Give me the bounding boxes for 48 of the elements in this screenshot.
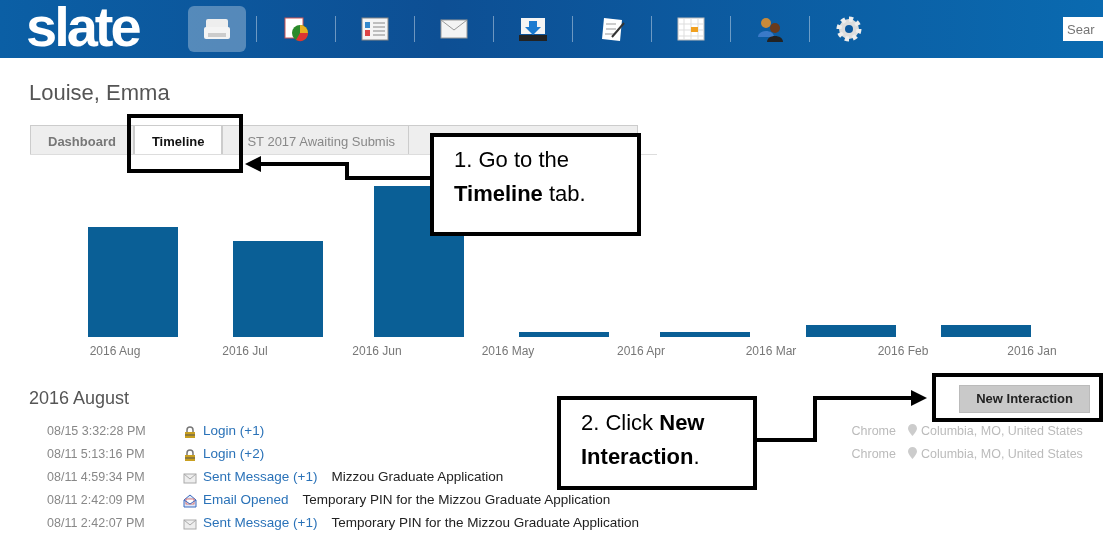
month-label: 2016 Jul xyxy=(222,344,268,358)
callout-text: 2. Click New Interaction. xyxy=(557,396,757,490)
event-link[interactable]: Login (+1) xyxy=(203,421,265,442)
people-icon[interactable] xyxy=(756,15,784,43)
month-label: 2016 Jun xyxy=(352,344,402,358)
browser-name: Chrome xyxy=(851,423,896,441)
padlock-icon xyxy=(183,424,197,439)
pie-chart-icon[interactable] xyxy=(282,15,310,43)
event-description: Mizzou Graduate Application xyxy=(331,468,504,487)
section-title: 2016 August xyxy=(29,388,130,410)
event-time: 08/11 5:13:16 PM xyxy=(47,446,146,464)
event-time: 08/11 2:42:07 PM xyxy=(47,515,146,533)
event-description: Temporary PIN for the Mizzou Graduate Application xyxy=(331,514,640,533)
form-icon[interactable] xyxy=(361,15,389,43)
month-label: 2016 Mar xyxy=(745,344,797,358)
event-time: 08/15 3:32:28 PM xyxy=(47,423,147,441)
new-interaction-button[interactable]: New Interaction xyxy=(959,385,1090,413)
callout-text: 1. Go to the Timeline tab. xyxy=(430,133,641,236)
tab[interactable]: ST 2017 Awaiting Submis xyxy=(222,125,410,154)
person-name: Louise, Emma xyxy=(29,80,171,106)
inbox-icon[interactable] xyxy=(519,15,547,43)
event-link[interactable]: Login (+2) xyxy=(203,444,265,465)
month-label: 2016 Jan xyxy=(1007,344,1057,358)
event-time: 08/11 4:59:34 PM xyxy=(47,469,146,487)
tab[interactable]: Dashboard xyxy=(30,125,134,154)
open-envelope-icon xyxy=(183,493,197,508)
browser-name: Chrome xyxy=(851,446,896,464)
padlock-icon xyxy=(183,447,197,462)
month-label: 2016 May xyxy=(481,344,535,358)
envelope-icon xyxy=(183,470,197,485)
month-label: 2016 Apr xyxy=(617,344,665,358)
settings-icon[interactable] xyxy=(835,15,863,43)
map-pin-icon xyxy=(908,447,917,460)
event-description: Temporary PIN for the Mizzou Graduate Application xyxy=(302,491,611,510)
month-label: 2016 Aug xyxy=(89,344,141,358)
event-link[interactable]: Sent Message (+1) xyxy=(203,467,318,488)
envelope-icon xyxy=(183,516,197,531)
location-text: Columbia, MO, United States xyxy=(908,445,1091,464)
map-pin-icon xyxy=(908,424,917,437)
month-label: 2016 Feb xyxy=(877,344,929,358)
event-link[interactable]: Sent Message (+1) xyxy=(203,513,318,534)
calendar-icon[interactable] xyxy=(677,15,705,43)
event-link[interactable]: Email Opened xyxy=(203,490,289,511)
tab[interactable]: Timeline xyxy=(133,125,223,154)
search-field[interactable]: Sear xyxy=(1063,17,1103,41)
event-time: 08/11 2:42:09 PM xyxy=(47,492,146,510)
location-text: Columbia, MO, United States xyxy=(908,422,1091,441)
logo[interactable]: slate xyxy=(26,0,166,55)
